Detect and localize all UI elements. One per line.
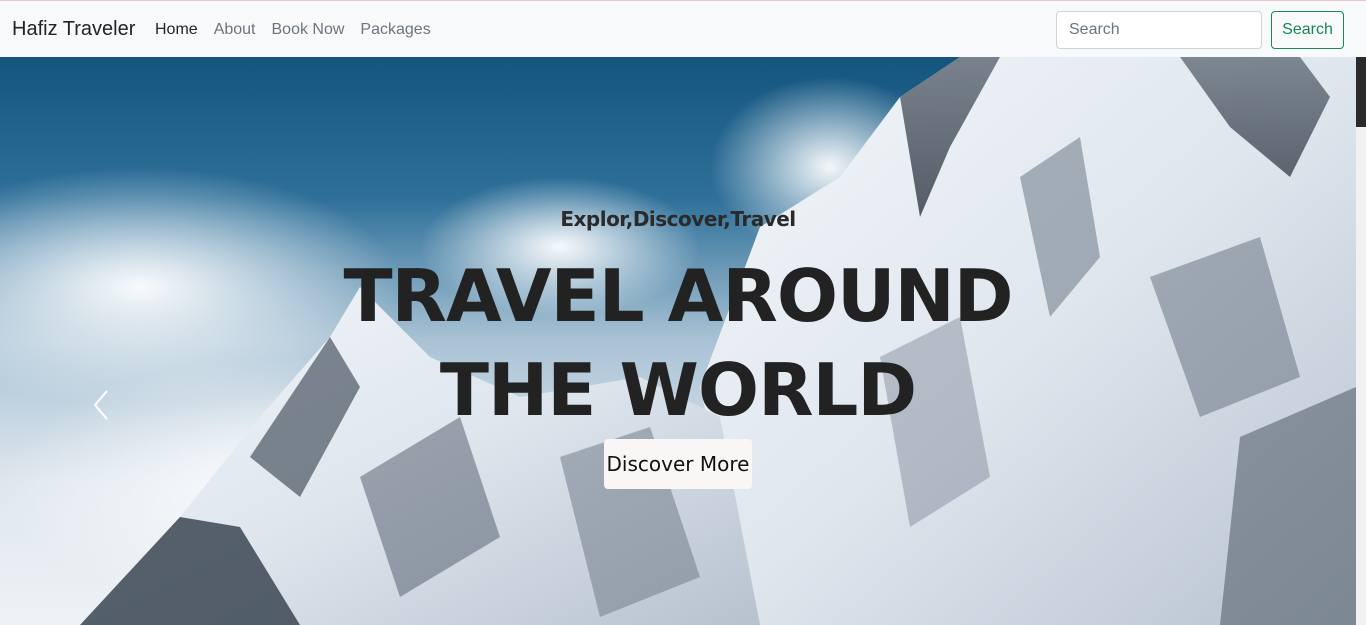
search-input[interactable]	[1056, 11, 1262, 49]
mountain-background-image	[0, 57, 1356, 625]
discover-more-button[interactable]: Discover More	[604, 439, 752, 489]
nav-link-about[interactable]: About	[214, 20, 256, 40]
brand-logo[interactable]: Hafiz Traveler	[12, 17, 135, 41]
chevron-left-icon	[93, 390, 108, 420]
scrollbar-track[interactable]	[1356, 57, 1366, 625]
nav-link-book-now[interactable]: Book Now	[272, 20, 345, 40]
scrollbar-thumb[interactable]	[1356, 57, 1366, 127]
nav-link-home[interactable]: Home	[155, 20, 198, 40]
nav-link-packages[interactable]: Packages	[360, 20, 430, 40]
page: Hafiz Traveler Home About Book Now Packa…	[0, 0, 1366, 625]
hero-carousel	[0, 57, 1356, 625]
nav-links: Home About Book Now Packages	[155, 20, 431, 40]
navbar: Hafiz Traveler Home About Book Now Packa…	[0, 0, 1366, 57]
search-button[interactable]: Search	[1271, 11, 1344, 49]
carousel-prev-button[interactable]	[88, 387, 118, 423]
